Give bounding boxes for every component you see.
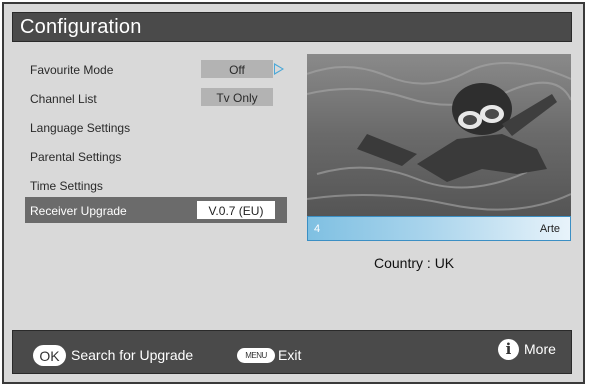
- menu-item-time-settings[interactable]: Time Settings: [25, 172, 287, 198]
- ok-button[interactable]: OK: [33, 345, 66, 366]
- favourite-mode-value[interactable]: Off: [201, 60, 273, 78]
- tv-preview: [307, 54, 571, 216]
- menu-item-parental-settings[interactable]: Parental Settings: [25, 143, 287, 169]
- menu-item-label: Receiver Upgrade: [30, 204, 127, 218]
- menu-item-label: Language Settings: [30, 121, 131, 135]
- ok-action-label: Search for Upgrade: [71, 347, 194, 363]
- channel-list-value[interactable]: Tv Only: [201, 88, 273, 106]
- menu-item-label: Favourite Mode: [30, 63, 114, 77]
- menu-item-language-settings[interactable]: Language Settings: [25, 114, 287, 140]
- channel-info-bar: 4 Arte: [307, 216, 571, 241]
- menu-item-label: Time Settings: [30, 179, 103, 193]
- preview-image: [307, 54, 571, 216]
- more-action-label: More: [524, 341, 556, 357]
- arrow-right-icon[interactable]: [274, 63, 284, 75]
- channel-name: Arte: [539, 223, 560, 235]
- page-title: Configuration: [20, 16, 142, 38]
- receiver-upgrade-value: V.0.7 (EU): [197, 201, 275, 219]
- exit-action-label: Exit: [278, 347, 302, 363]
- menu-button[interactable]: MENU: [237, 348, 275, 363]
- info-icon[interactable]: i: [498, 339, 519, 360]
- menu-item-label: Parental Settings: [30, 150, 122, 164]
- country-label: Country : UK: [374, 255, 455, 271]
- menu-item-label: Channel List: [30, 92, 97, 106]
- channel-number: 4: [314, 223, 321, 235]
